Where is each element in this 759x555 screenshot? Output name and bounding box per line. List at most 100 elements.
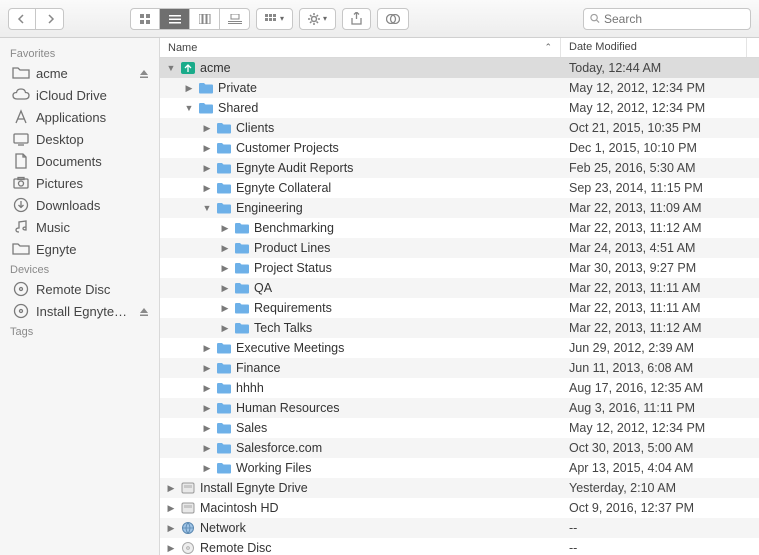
sidebar-item[interactable]: Documents bbox=[0, 150, 159, 172]
arrange-button[interactable]: ▾ bbox=[256, 8, 293, 30]
disclosure-triangle-icon[interactable]: ▶ bbox=[166, 483, 176, 493]
file-row[interactable]: ▼EngineeringMar 22, 2013, 11:09 AM bbox=[160, 198, 759, 218]
file-date: Aug 17, 2016, 12:35 AM bbox=[561, 381, 747, 395]
disclosure-triangle-icon[interactable]: ▶ bbox=[202, 383, 212, 393]
file-name: Remote Disc bbox=[200, 541, 272, 555]
folder-icon bbox=[198, 101, 214, 115]
file-row[interactable]: ▶Macintosh HDOct 9, 2016, 12:37 PM bbox=[160, 498, 759, 518]
sidebar-item[interactable]: Music bbox=[0, 216, 159, 238]
disclosure-triangle-icon[interactable]: ▶ bbox=[220, 243, 230, 253]
file-row[interactable]: ▶Tech TalksMar 22, 2013, 11:12 AM bbox=[160, 318, 759, 338]
file-row[interactable]: ▼acmeToday, 12:44 AM bbox=[160, 58, 759, 78]
file-row[interactable]: ▶QAMar 22, 2013, 11:11 AM bbox=[160, 278, 759, 298]
file-row[interactable]: ▶Project StatusMar 30, 2013, 9:27 PM bbox=[160, 258, 759, 278]
file-row[interactable]: ▶hhhhAug 17, 2016, 12:35 AM bbox=[160, 378, 759, 398]
file-row[interactable]: ▶SalesMay 12, 2012, 12:34 PM bbox=[160, 418, 759, 438]
disclosure-triangle-icon[interactable]: ▼ bbox=[166, 63, 176, 73]
column-header-date[interactable]: Date Modified bbox=[561, 38, 747, 57]
file-row[interactable]: ▶Egnyte CollateralSep 23, 2014, 11:15 PM bbox=[160, 178, 759, 198]
file-date: -- bbox=[561, 541, 747, 555]
file-row[interactable]: ▶Customer ProjectsDec 1, 2015, 10:10 PM bbox=[160, 138, 759, 158]
file-row[interactable]: ▶Product LinesMar 24, 2013, 4:51 AM bbox=[160, 238, 759, 258]
file-date: -- bbox=[561, 521, 747, 535]
sidebar-item[interactable]: acme bbox=[0, 62, 159, 84]
sidebar-item[interactable]: Desktop bbox=[0, 128, 159, 150]
disclosure-triangle-icon[interactable]: ▶ bbox=[202, 123, 212, 133]
coverflow-view-button[interactable] bbox=[220, 8, 250, 30]
file-row[interactable]: ▶Salesforce.comOct 30, 2013, 5:00 AM bbox=[160, 438, 759, 458]
folder-icon bbox=[216, 361, 232, 375]
file-name: Customer Projects bbox=[236, 141, 339, 155]
disclosure-triangle-icon[interactable]: ▶ bbox=[202, 143, 212, 153]
music-icon bbox=[12, 219, 30, 235]
disclosure-triangle-icon[interactable]: ▶ bbox=[202, 343, 212, 353]
column-header-name[interactable]: Name⌃ bbox=[160, 38, 561, 57]
file-name: Egnyte Audit Reports bbox=[236, 161, 353, 175]
file-row[interactable]: ▶Working FilesApr 13, 2015, 4:04 AM bbox=[160, 458, 759, 478]
disclosure-triangle-icon[interactable]: ▶ bbox=[220, 263, 230, 273]
icon-view-button[interactable] bbox=[130, 8, 160, 30]
disclosure-triangle-icon[interactable]: ▶ bbox=[166, 523, 176, 533]
sidebar-item[interactable]: iCloud Drive bbox=[0, 84, 159, 106]
eject-icon[interactable] bbox=[139, 67, 151, 79]
disclosure-triangle-icon[interactable]: ▶ bbox=[184, 83, 194, 93]
search-input[interactable] bbox=[604, 12, 744, 26]
disclosure-triangle-icon[interactable]: ▶ bbox=[220, 223, 230, 233]
file-name: Salesforce.com bbox=[236, 441, 322, 455]
forward-button[interactable] bbox=[36, 8, 64, 30]
disclosure-triangle-icon[interactable]: ▶ bbox=[202, 443, 212, 453]
share-button[interactable] bbox=[342, 8, 371, 30]
file-row[interactable]: ▶ Remote Disc -- bbox=[160, 538, 759, 555]
file-row[interactable]: ▶Install Egnyte DriveYesterday, 2:10 AM bbox=[160, 478, 759, 498]
action-button[interactable]: ▾ bbox=[299, 8, 336, 30]
disclosure-triangle-icon[interactable]: ▶ bbox=[202, 183, 212, 193]
sidebar-item[interactable]: Egnyte bbox=[0, 238, 159, 260]
disclosure-triangle-icon[interactable]: ▶ bbox=[166, 543, 176, 553]
file-row[interactable]: ▶RequirementsMar 22, 2013, 11:11 AM bbox=[160, 298, 759, 318]
list-view-button[interactable] bbox=[160, 8, 190, 30]
column-view-button[interactable] bbox=[190, 8, 220, 30]
disc-icon bbox=[12, 303, 30, 319]
file-row[interactable]: ▶PrivateMay 12, 2012, 12:34 PM bbox=[160, 78, 759, 98]
column-headers: Name⌃ Date Modified bbox=[160, 38, 759, 58]
disclosure-triangle-icon[interactable]: ▶ bbox=[166, 503, 176, 513]
sidebar-item[interactable]: Install Egnyte… bbox=[0, 300, 159, 322]
file-row[interactable]: ▶Executive MeetingsJun 29, 2012, 2:39 AM bbox=[160, 338, 759, 358]
folder-icon bbox=[198, 81, 214, 95]
file-name: Executive Meetings bbox=[236, 341, 344, 355]
file-row[interactable]: ▶FinanceJun 11, 2013, 6:08 AM bbox=[160, 358, 759, 378]
file-name: Egnyte Collateral bbox=[236, 181, 331, 195]
eject-icon[interactable] bbox=[139, 305, 151, 317]
sidebar-item[interactable]: Remote Disc bbox=[0, 278, 159, 300]
sidebar-item[interactable]: Applications bbox=[0, 106, 159, 128]
file-date: Mar 22, 2013, 11:11 AM bbox=[561, 301, 747, 315]
sidebar-section-header: Favorites bbox=[0, 44, 159, 62]
file-date: Oct 9, 2016, 12:37 PM bbox=[561, 501, 747, 515]
sidebar-item-label: Music bbox=[36, 220, 151, 235]
folder-icon bbox=[216, 161, 232, 175]
file-row[interactable]: ▶Network-- bbox=[160, 518, 759, 538]
file-row[interactable]: ▶Human ResourcesAug 3, 2016, 11:11 PM bbox=[160, 398, 759, 418]
disclosure-triangle-icon[interactable]: ▶ bbox=[202, 403, 212, 413]
sidebar-item[interactable]: Downloads bbox=[0, 194, 159, 216]
disclosure-triangle-icon[interactable]: ▶ bbox=[220, 283, 230, 293]
file-row[interactable]: ▶Egnyte Audit ReportsFeb 25, 2016, 5:30 … bbox=[160, 158, 759, 178]
file-row[interactable]: ▶BenchmarkingMar 22, 2013, 11:12 AM bbox=[160, 218, 759, 238]
disclosure-triangle-icon[interactable]: ▶ bbox=[202, 363, 212, 373]
disclosure-triangle-icon[interactable]: ▶ bbox=[202, 423, 212, 433]
file-list[interactable]: ▼acmeToday, 12:44 AM▶PrivateMay 12, 2012… bbox=[160, 58, 759, 555]
disclosure-triangle-icon[interactable]: ▼ bbox=[202, 203, 212, 213]
disclosure-triangle-icon[interactable]: ▶ bbox=[220, 303, 230, 313]
disclosure-triangle-icon[interactable]: ▶ bbox=[220, 323, 230, 333]
edit-tags-button[interactable] bbox=[377, 8, 409, 30]
folder-icon bbox=[234, 301, 250, 315]
disclosure-triangle-icon[interactable]: ▼ bbox=[184, 103, 194, 113]
folder-icon bbox=[216, 181, 232, 195]
file-row[interactable]: ▼SharedMay 12, 2012, 12:34 PM bbox=[160, 98, 759, 118]
back-button[interactable] bbox=[8, 8, 36, 30]
file-row[interactable]: ▶ClientsOct 21, 2015, 10:35 PM bbox=[160, 118, 759, 138]
sidebar-item[interactable]: Pictures bbox=[0, 172, 159, 194]
disclosure-triangle-icon[interactable]: ▶ bbox=[202, 463, 212, 473]
search-field[interactable] bbox=[583, 8, 751, 30]
disclosure-triangle-icon[interactable]: ▶ bbox=[202, 163, 212, 173]
